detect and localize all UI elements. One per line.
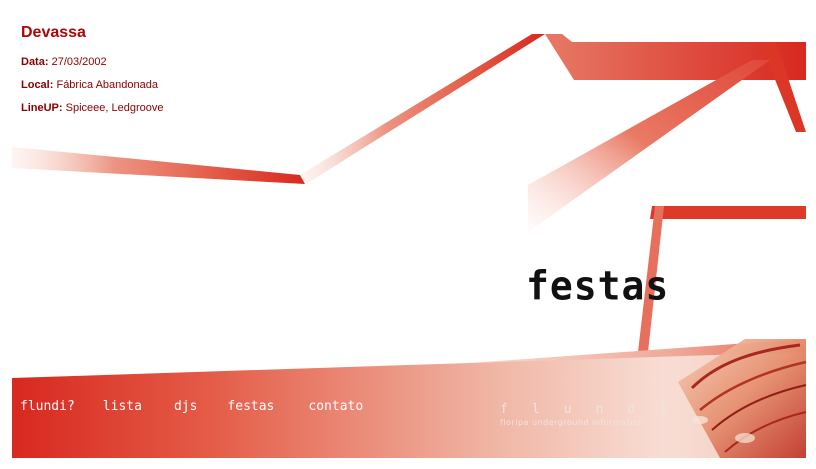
local-value: Fábrica Abandonada — [56, 79, 158, 91]
nav-item-lista[interactable]: lista — [103, 399, 142, 414]
nav-item-flundi[interactable]: flundi? — [20, 399, 75, 414]
nav-item-contato[interactable]: contato — [308, 399, 363, 414]
event-title: Devassa — [21, 24, 86, 41]
date-label: Data: — [21, 56, 49, 68]
brand-logo: flundi — [500, 402, 691, 417]
local-label: Local: — [21, 79, 54, 91]
lineup-label: LineUP: — [21, 102, 63, 114]
nav-item-festas[interactable]: festas — [227, 399, 274, 414]
brand-tagline: floripa underground information — [500, 418, 644, 427]
event-info: Devassa Data: 27/03/2002 Local: Fábrica … — [21, 24, 163, 124]
event-date: Data: 27/03/2002 — [21, 55, 163, 69]
brand: flundi floripa underground information — [500, 403, 691, 428]
nav-item-djs[interactable]: djs — [174, 399, 197, 414]
section-title: festas — [526, 262, 670, 310]
main-nav: flundi? lista djs festas contato — [20, 399, 363, 414]
date-value: 27/03/2002 — [51, 56, 107, 68]
event-local: Local: Fábrica Abandonada — [21, 78, 163, 92]
event-lineup: LineUP: Spiceee, Ledgroove — [21, 101, 163, 115]
lineup-value: Spiceee, Ledgroove — [65, 102, 164, 114]
